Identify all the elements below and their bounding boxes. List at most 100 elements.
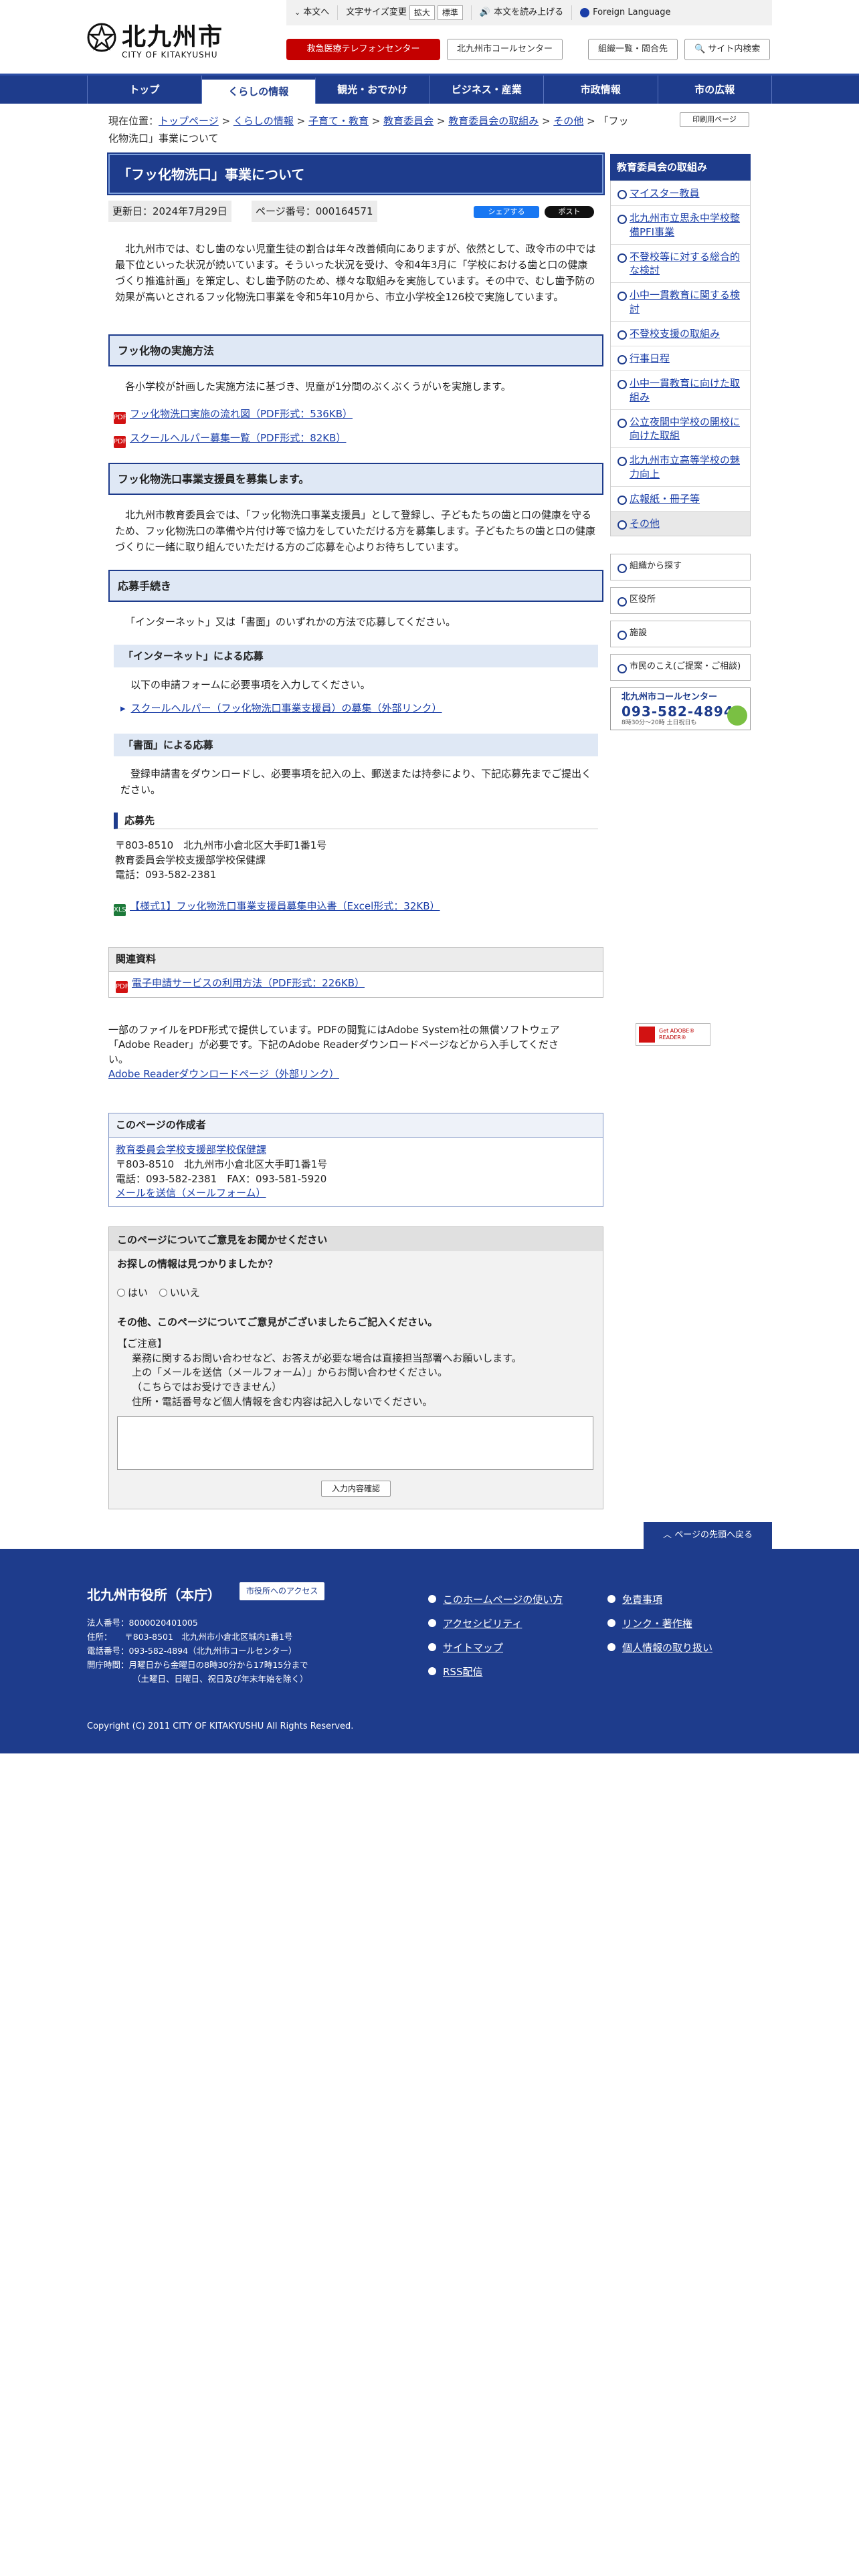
access-button[interactable]: 市役所へのアクセス (240, 1582, 325, 1600)
site-search-button[interactable]: 🔍 サイト内検索 (684, 38, 771, 61)
side-nav-citizen-voice[interactable]: 市民のこえ(ご提案・ご相談) (610, 654, 751, 681)
header-buttons: 救急医療テレフォンセンター 北九州市コールセンター 組織一覧・問合先 🔍 サイト… (286, 38, 772, 61)
sidebar-item[interactable]: 行事日程 (611, 346, 750, 370)
external-link[interactable]: スクールヘルパー（フッ化物洗口事業支援員）の募集（外部リンク） (131, 702, 442, 714)
breadcrumb-item[interactable]: その他 (553, 115, 583, 127)
breadcrumb-item[interactable]: くらしの情報 (233, 115, 294, 127)
note-line: 【ご注意】 (117, 1337, 168, 1350)
side-nav-facilities[interactable]: 施設 (610, 621, 751, 648)
breadcrumb-item[interactable]: トップページ (159, 115, 219, 127)
footer-line: 電話番号：093-582-4894（北九州市コールセンター） (87, 1646, 297, 1656)
sidebar-item[interactable]: 広報紙・冊子等 (611, 486, 750, 511)
adobe-badge-label: Get ADOBE® READER® (659, 1028, 695, 1041)
footer-link[interactable]: RSS配信 (428, 1660, 563, 1684)
side-nav-ward[interactable]: 区役所 (610, 587, 751, 615)
excel-link-item[interactable]: XLS 【様式1】フッ化物洗口事業支援員募集申込書（Excel形式：32KB） (108, 899, 603, 916)
footer-office-name: 北九州市役所（本庁） (87, 1587, 221, 1603)
excel-icon: XLS (114, 903, 126, 916)
nav-publicity[interactable]: 市の広報 (658, 76, 772, 104)
radio-icon (117, 1289, 125, 1297)
sidebar-item[interactable]: 公立夜間中学校の開校に向けた取組 (611, 409, 750, 448)
callcenter-banner[interactable]: 北九州市コールセンター 093-582-4894 8時30分〜20時 土日祝日も (610, 687, 751, 731)
chevron-up-icon: ︿ (663, 1530, 672, 1540)
radio-no[interactable]: いいえ (159, 1287, 200, 1299)
pdf-link-item[interactable]: PDF スクールヘルパー募集一覧（PDF形式：82KB） (108, 431, 603, 448)
pdf-link[interactable]: フッ化物洗口実施の流れ図（PDF形式：536KB） (130, 408, 353, 420)
feedback-textarea[interactable] (117, 1416, 593, 1470)
sidebar-item[interactable]: 小中一貫教育に関する検討 (611, 282, 750, 321)
external-link-item[interactable]: ▸ スクールヘルパー（フッ化物洗口事業支援員）の募集（外部リンク） (108, 701, 603, 716)
org-contact-button[interactable]: 組織一覧・問合先 (588, 38, 678, 61)
nav-top[interactable]: トップ (87, 76, 202, 104)
sidebar-item[interactable]: 小中一貫教育に向けた取組み (611, 370, 750, 409)
sidebar-item[interactable]: マイスター教員 (611, 181, 750, 205)
note-line: 上の「メールを送信（メールフォーム）」からお問い合わせください。 (132, 1366, 448, 1379)
footer-link[interactable]: サイトマップ (428, 1636, 563, 1660)
submit-button[interactable]: 入力内容確認 (321, 1480, 391, 1497)
footer-link[interactable]: 個人情報の取り扱い (607, 1636, 712, 1660)
pdf-link[interactable]: スクールヘルパー募集一覧（PDF形式：82KB） (130, 432, 346, 444)
pdf-link[interactable]: 電子申請サービスの利用方法（PDF形式：226KB） (132, 977, 365, 989)
sidebar-item[interactable]: 不登校支援の取組み (611, 320, 750, 346)
destination-heading: 応募先 (114, 813, 598, 830)
nav-municipal[interactable]: 市政情報 (544, 76, 658, 104)
utility-bar: ⌄ 本文へ 文字サイズ変更 拡大 標準 🔊 本文を読み上げる Foreign L… (286, 0, 772, 25)
breadcrumb-prefix: 現在位置： (108, 115, 159, 127)
subsection-heading: 「インターネット」による応募 (114, 645, 598, 667)
adobe-reader-badge[interactable]: Get ADOBE® READER® (636, 1023, 710, 1046)
speaker-icon: 🔊 (479, 7, 491, 17)
callcenter-button[interactable]: 北九州市コールセンター (447, 38, 563, 61)
footer-line: （土曜日、日曜日、祝日及び年末年始を除く） (132, 1674, 308, 1684)
mascot-icon (727, 706, 747, 726)
search-icon: 🔍 (694, 43, 706, 54)
print-page-button[interactable]: 印刷用ページ (680, 112, 749, 127)
x-post-button[interactable]: ポスト (545, 206, 594, 218)
site-logo[interactable]: 北九州市 CITY OF KITAKYUSHU (87, 19, 234, 60)
sidebar: 教育委員会の取組み マイスター教員 北九州市立思永中学校整備PFI事業 不登校等… (610, 154, 751, 731)
breadcrumb-item[interactable]: 子育て・教育 (308, 115, 369, 127)
feedback-heading: このページについてご意見をお聞かせください (109, 1227, 603, 1251)
radio-yes[interactable]: はい (117, 1287, 148, 1299)
author-dept-link[interactable]: 教育委員会学校支援部学校保健課 (116, 1143, 596, 1158)
footer-link[interactable]: アクセシビリティ (428, 1612, 563, 1636)
author-phone: 電話：093-582-2381 FAX：093-581-5920 (116, 1172, 327, 1185)
sidebar-item[interactable]: 不登校等に対する総合的な検討 (611, 243, 750, 283)
adobe-download-link[interactable]: Adobe Readerダウンロードページ（外部リンク） (108, 1068, 339, 1080)
sidebar-item-active[interactable]: その他 (611, 511, 750, 536)
breadcrumb-item[interactable]: 教育委員会 (383, 115, 434, 127)
footer-line: 住所： 〒803-8501 北九州市小倉北区城内1番1号 (87, 1632, 293, 1642)
emergency-phone-button[interactable]: 救急医療テレフォンセンター (286, 38, 440, 61)
site-search-label: サイト内検索 (708, 43, 761, 54)
footer-link[interactable]: このホームページの使い方 (428, 1588, 563, 1612)
skip-to-main-link[interactable]: ⌄ 本文へ (286, 0, 337, 25)
back-to-top-button[interactable]: ︿ ページの先頭へ戻る (644, 1522, 772, 1549)
section-application: 応募手続き 「インターネット」又は「書面」のいずれかの方法で応募してください。 … (108, 570, 603, 916)
read-aloud-link[interactable]: 🔊 本文を読み上げる (472, 0, 571, 25)
facebook-share-button[interactable]: シェアする (474, 206, 539, 218)
breadcrumb-item[interactable]: 教育委員会の取組み (448, 115, 539, 127)
intro-section: 北九州市では、むし歯のない児童生徒の割合は年々改善傾向にありますが、依然として、… (108, 241, 603, 305)
footer-link[interactable]: リンク・著作権 (607, 1612, 712, 1636)
intro-text: 北九州市では、むし歯のない児童生徒の割合は年々改善傾向にありますが、依然として、… (115, 243, 596, 303)
section-text: 北九州市教育委員会では、「フッ化物洗口事業支援員」として登録し、子どもたちの歯と… (115, 509, 596, 553)
nav-living[interactable]: くらしの情報 (201, 77, 316, 104)
nav-tourism[interactable]: 観光・おでかけ (316, 76, 430, 104)
pdf-icon: PDF (114, 412, 126, 424)
font-normal-button[interactable]: 標準 (437, 5, 463, 21)
radio-icon (159, 1289, 167, 1297)
note-line: （こちらではお受けできません） (132, 1381, 282, 1393)
excel-link[interactable]: 【様式1】フッ化物洗口事業支援員募集申込書（Excel形式：32KB） (130, 900, 440, 912)
related-link-item[interactable]: PDF 電子申請サービスの利用方法（PDF形式：226KB） (109, 972, 603, 997)
foreign-language-link[interactable]: Foreign Language (572, 0, 678, 25)
adobe-logo-icon (639, 1027, 655, 1043)
footer-link[interactable]: 免責事項 (607, 1588, 712, 1612)
sidebar-item[interactable]: 北九州市立高等学校の魅力向上 (611, 447, 750, 486)
sidebar-item[interactable]: 北九州市立思永中学校整備PFI事業 (611, 205, 750, 244)
font-large-button[interactable]: 拡大 (409, 5, 435, 21)
note-line: 住所・電話番号など個人情報を含む内容は記入しないでください。 (132, 1395, 433, 1408)
pdf-link-item[interactable]: PDF フッ化物洗口実施の流れ図（PDF形式：536KB） (108, 407, 603, 424)
author-mail-link[interactable]: メールを送信（メールフォーム） (116, 1186, 596, 1201)
side-nav-org[interactable]: 組織から探す (610, 554, 751, 581)
nav-business[interactable]: ビジネス・産業 (430, 76, 544, 104)
